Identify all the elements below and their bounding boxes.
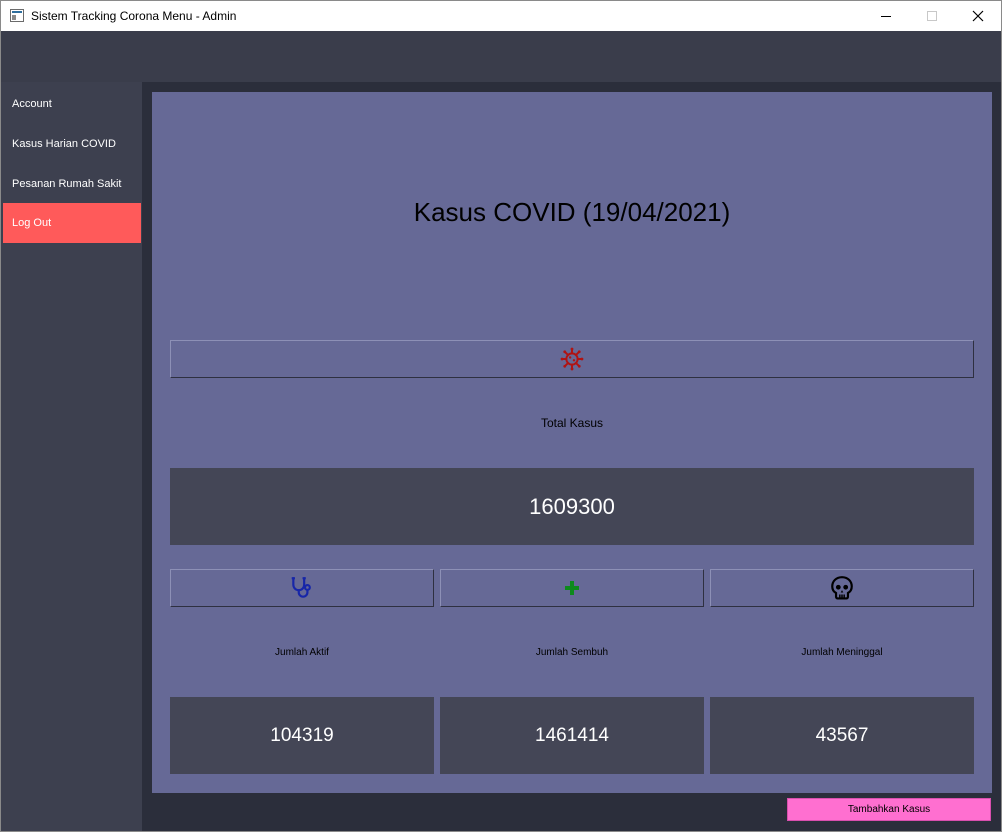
minimize-button[interactable] bbox=[863, 1, 909, 31]
total-cases-value: 1609300 bbox=[170, 468, 974, 545]
close-icon bbox=[972, 10, 984, 22]
skull-icon bbox=[831, 576, 853, 600]
sidebar-item-logout[interactable]: Log Out bbox=[3, 203, 141, 243]
maximize-icon bbox=[927, 11, 937, 21]
app-window: Sistem Tracking Corona Menu - Admin Acco… bbox=[0, 0, 1002, 832]
title-bar[interactable]: Sistem Tracking Corona Menu - Admin bbox=[1, 1, 1001, 31]
top-band bbox=[1, 31, 1001, 82]
window-title: Sistem Tracking Corona Menu - Admin bbox=[31, 9, 237, 23]
recovered-cases-label: Jumlah Sembuh bbox=[535, 647, 609, 658]
recovered-cases-button[interactable] bbox=[440, 569, 704, 607]
active-cases-button[interactable] bbox=[170, 569, 434, 607]
active-cases-label: Jumlah Aktif bbox=[275, 647, 329, 658]
stethoscope-icon bbox=[291, 577, 311, 598]
minimize-icon bbox=[881, 15, 891, 17]
recovered-cases-value: 1461414 bbox=[440, 697, 704, 774]
deaths-label: Jumlah Meninggal bbox=[801, 647, 883, 658]
total-cases-label: Total Kasus bbox=[540, 416, 604, 430]
total-cases-button[interactable] bbox=[170, 340, 974, 378]
app-icon bbox=[10, 9, 24, 22]
plus-icon bbox=[565, 581, 579, 595]
maximize-button[interactable] bbox=[909, 1, 955, 31]
page-title: Kasus COVID (19/04/2021) bbox=[413, 197, 731, 227]
deaths-button[interactable] bbox=[710, 569, 974, 607]
active-cases-value: 104319 bbox=[170, 697, 434, 774]
sidebar-item-pesanan-rumah-sakit[interactable]: Pesanan Rumah Sakit bbox=[3, 164, 141, 204]
deaths-value: 43567 bbox=[710, 697, 974, 774]
sidebar-item-kasus-harian[interactable]: Kasus Harian COVID bbox=[3, 124, 141, 164]
sidebar: Account Kasus Harian COVID Pesanan Rumah… bbox=[1, 82, 142, 831]
close-button[interactable] bbox=[955, 1, 1001, 31]
main-panel: Kasus COVID (19/04/2021) Total Kasus 160… bbox=[152, 92, 992, 793]
virus-icon bbox=[560, 347, 584, 371]
sidebar-item-account[interactable]: Account bbox=[3, 84, 141, 124]
add-case-button[interactable]: Tambahkan Kasus bbox=[787, 798, 991, 821]
